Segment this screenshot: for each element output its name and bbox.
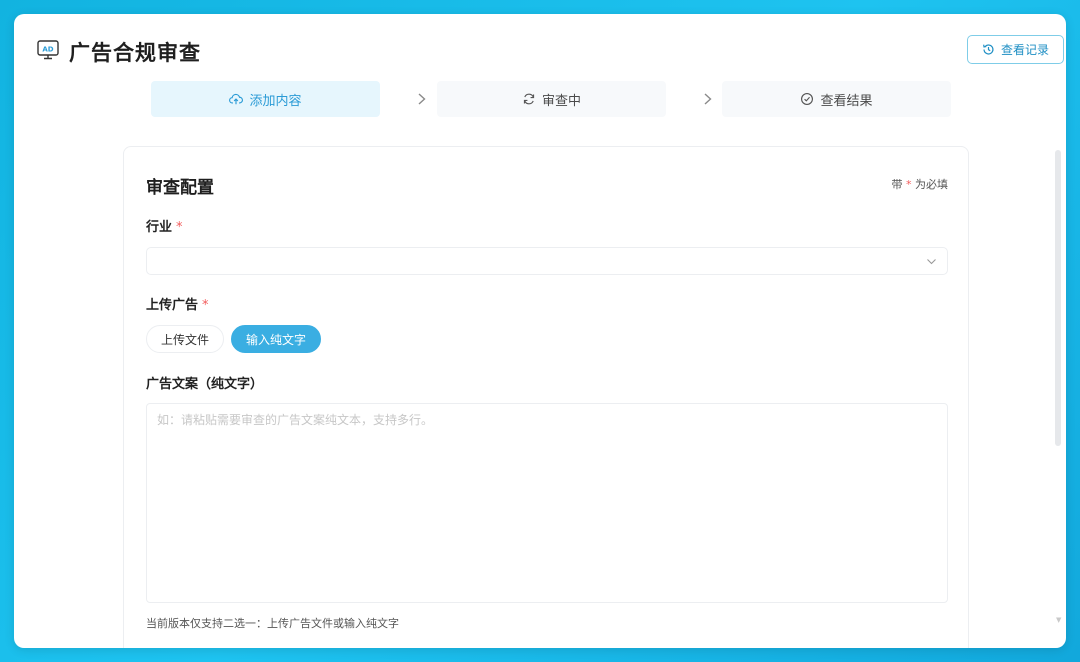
upload-mode-toggle: 上传文件 输入纯文字 — [146, 325, 322, 353]
industry-select[interactable] — [146, 247, 948, 275]
svg-text:AD: AD — [42, 46, 53, 54]
plain-text-option[interactable]: 输入纯文字 — [231, 325, 322, 353]
mode-hint: 当前版本仅支持二选一：上传广告文件或输入纯文字 — [146, 617, 399, 630]
review-config-card: 审查配置 带 * 为必填 行业 * 上传广告 * 上传文件 输入纯文字 广告文案（纯… — [123, 146, 969, 648]
ad-icon: AD — [37, 40, 59, 60]
step-label: 查看结果 — [820, 93, 873, 109]
view-history-button[interactable]: 查看记录 — [967, 35, 1064, 64]
scroll-down-arrow-icon[interactable]: ▼ — [1056, 616, 1061, 624]
refresh-icon — [523, 93, 535, 105]
step-label: 审查中 — [541, 93, 581, 109]
page-title: 广告合规审查 — [69, 41, 201, 65]
required-note: 带 * 为必填 — [891, 178, 949, 191]
card-title: 审查配置 — [146, 178, 214, 198]
step-view-results[interactable]: 查看结果 — [722, 81, 951, 117]
upload-file-option[interactable]: 上传文件 — [146, 325, 225, 353]
ad-copy-label: 广告文案（纯文字） — [146, 377, 264, 392]
step-add-content[interactable]: 添加内容 — [151, 81, 380, 117]
chevron-right-icon — [418, 93, 426, 105]
industry-label: 行业 * — [146, 220, 183, 235]
chevron-right-icon — [704, 93, 712, 105]
cloud-upload-icon — [229, 93, 244, 105]
check-circle-icon — [801, 93, 814, 105]
step-indicator: 添加内容 审查中 查看结果 — [151, 81, 951, 117]
step-label: 添加内容 — [249, 93, 302, 109]
ad-copy-textarea[interactable] — [146, 403, 948, 603]
app-window: AD 广告合规审查 查看记录 添加内容 审查中 查看结果 审查配置 带 * 为必… — [14, 14, 1066, 648]
header: AD 广告合规审查 查看记录 — [14, 14, 1066, 86]
scrollbar[interactable] — [1055, 150, 1061, 446]
step-reviewing[interactable]: 审查中 — [437, 81, 666, 117]
history-icon — [983, 44, 994, 55]
view-history-label: 查看记录 — [1000, 43, 1049, 57]
chevron-down-icon — [927, 259, 936, 265]
upload-label: 上传广告 * — [146, 298, 209, 313]
